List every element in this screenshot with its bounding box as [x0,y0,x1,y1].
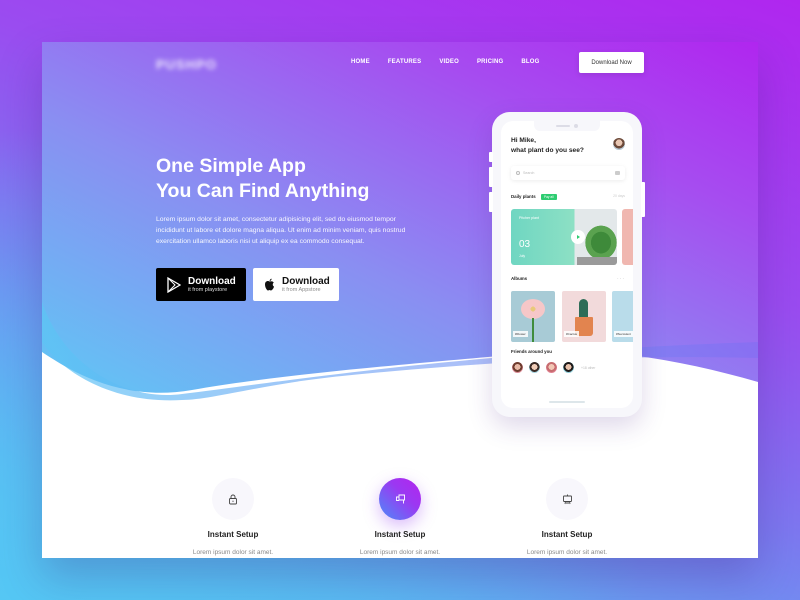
plant-name: Pitcher plant [519,216,539,220]
phone-side-button [489,152,493,162]
pay-all-badge[interactable]: Pay all [541,194,557,200]
hero-title-line1: One Simple App [156,155,306,177]
greeting-line2: what plant do you see? [511,147,584,154]
flower-stem [532,318,534,342]
feature-title: Instant Setup [374,530,426,539]
album-item[interactable]: #Succulent [612,291,633,342]
plant-card[interactable] [622,209,633,265]
playstore-download-button[interactable]: Download it from playstore [156,268,246,301]
feature-desc: Lorem ipsum dolor sit amet. [526,549,608,556]
speaker [556,125,570,127]
google-play-icon [167,276,181,293]
album-item[interactable]: #Cactus [562,291,606,342]
playstore-label: Download [188,275,236,287]
landing-page: PUSHPO HOME FEATURES VIDEO PRICING BLOG … [42,42,758,558]
phone-mockup: Hi Mike, what plant do you see? Search D… [489,112,645,417]
feature-desc: Lorem ipsum dolor sit amet. [192,549,274,556]
succulent-image [581,221,617,257]
nav-video[interactable]: VIDEO [439,59,459,65]
album-tag: #Cactus [564,331,580,337]
phone-notch [534,121,600,131]
flower-image [521,299,545,319]
greeting-line1: Hi Mike, [511,137,536,144]
plant-day: 03 [519,239,531,250]
logo[interactable]: PUSHPO [156,57,217,72]
camera-icon[interactable] [615,171,620,175]
feature-desc: Lorem ipsum dolor sit amet. [359,549,441,556]
phone-screen: Hi Mike, what plant do you see? Search D… [501,121,633,408]
more-options-icon[interactable]: ··· [617,276,625,282]
friend-avatar[interactable] [528,361,541,374]
playstore-sub: it from playstore [188,286,228,293]
app-search-input[interactable]: Search [511,166,625,180]
friends-title: Friends around you [511,349,552,354]
feature-card: Instant Setup Lorem ipsum dolor sit amet… [487,478,647,556]
friends-list: +18 other [511,361,595,374]
album-tag: #Flower [513,331,528,337]
main-nav: HOME FEATURES VIDEO PRICING BLOG [351,59,558,65]
lock-icon [229,494,237,504]
feature-title: Instant Setup [541,530,593,539]
front-camera [574,124,578,128]
search-placeholder: Search [523,171,535,175]
user-avatar[interactable] [613,138,625,150]
monitor-icon [562,494,572,504]
days-label: 20 days [613,194,625,198]
nav-features[interactable]: FEATURES [388,59,422,65]
play-button[interactable] [571,230,585,244]
feature-icon-circle [546,478,588,520]
pot-image [577,257,617,265]
hero-title: One Simple App You Can Find Anything [156,154,369,204]
feature-card: Instant Setup Lorem ipsum dolor sit amet… [320,478,480,556]
phone-side-button [641,182,645,217]
feature-card: Instant Setup Lorem ipsum dolor sit amet… [153,478,313,556]
cactus-image [579,299,588,319]
hero-title-line2: You Can Find Anything [156,180,370,202]
friend-avatar[interactable] [511,361,524,374]
nav-blog[interactable]: BLOG [521,59,539,65]
plant-month: July [519,254,526,258]
apple-icon [265,278,274,291]
friend-avatar[interactable] [562,361,575,374]
appstore-sub: it from Appstore [282,286,321,293]
friend-avatar[interactable] [545,361,558,374]
search-icon [516,171,520,175]
albums-title: Albums [511,276,528,281]
album-item[interactable]: #Flower [511,291,555,342]
app-greeting: Hi Mike, what plant do you see? [511,136,584,156]
nav-pricing[interactable]: PRICING [477,59,503,65]
feature-icon-circle [379,478,421,520]
daily-plants-title: Daily plants [511,194,536,199]
phone-side-button [489,167,493,187]
feature-title: Instant Setup [207,530,259,539]
download-now-button[interactable]: Download Now [579,52,644,73]
appstore-label: Download [282,275,330,287]
friends-more[interactable]: +18 other [581,366,595,370]
phone-side-button [489,192,493,212]
album-tag: #Succulent [614,331,633,337]
plant-card[interactable]: Pitcher plant 03 July [511,209,617,265]
nav-home[interactable]: HOME [351,59,370,65]
hero-description: Lorem ipsum dolor sit amet, consectetur … [156,216,406,245]
play-icon [577,235,580,239]
home-indicator [549,401,585,403]
flag-icon [395,494,405,504]
feature-icon-circle [212,478,254,520]
appstore-download-button[interactable]: Download it from Appstore [253,268,339,301]
